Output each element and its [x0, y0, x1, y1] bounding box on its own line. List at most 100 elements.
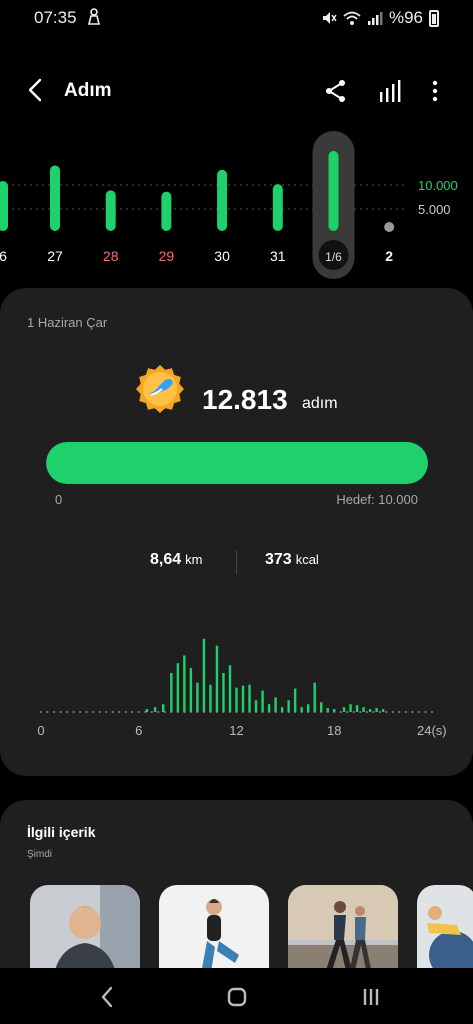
hourly-baseline-dot — [352, 711, 355, 713]
hourly-baseline-dot — [157, 711, 160, 713]
week-day-bar[interactable] — [50, 165, 60, 231]
progress-min-label: 0 — [55, 492, 63, 507]
hourly-bar — [176, 663, 180, 712]
status-bar: 07:35 %96 — [0, 0, 473, 36]
week-day-label[interactable]: 6 — [0, 248, 7, 264]
weekly-steps-chart[interactable]: 10.000 5.000 6 27 28 29 30 31 1/6 2 — [0, 125, 473, 285]
goal-medal-icon — [136, 365, 184, 413]
hourly-baseline-dot — [398, 711, 401, 713]
week-day-bar[interactable] — [0, 181, 8, 231]
status-time: 07:35 — [34, 8, 77, 27]
hourly-bar — [355, 705, 359, 712]
week-day-bar[interactable] — [161, 191, 172, 231]
hourly-baseline-dot — [79, 711, 82, 713]
hourly-baseline-dot — [385, 711, 388, 713]
hourly-bar — [342, 707, 346, 712]
hourly-baseline-dot — [378, 711, 381, 713]
week-gridline-label: 5.000 — [418, 202, 451, 217]
hourly-bar — [183, 655, 186, 712]
share-icon[interactable] — [321, 76, 351, 106]
hourly-baseline-dot — [118, 711, 121, 713]
status-icons: %96 — [321, 8, 439, 28]
hourly-bar — [287, 700, 290, 712]
goal-progress-bar — [46, 442, 428, 484]
week-day-label[interactable]: 2 — [385, 248, 393, 264]
back-nav-icon[interactable] — [92, 982, 122, 1012]
week-day-label[interactable]: 31 — [270, 248, 286, 264]
hourly-tick-label: 0 — [37, 723, 44, 738]
mute-icon — [322, 12, 337, 24]
goal-label: Hedef: 10.000 — [336, 492, 418, 507]
hourly-baseline-dot — [404, 711, 407, 713]
hourly-bar — [381, 709, 385, 712]
hourly-bar — [320, 702, 323, 712]
hourly-baseline-dot — [92, 711, 95, 713]
hourly-baseline-dot — [365, 711, 368, 713]
hourly-baseline-dot — [359, 711, 362, 713]
hourly-bar — [280, 707, 284, 712]
bar-chart-icon[interactable] — [376, 76, 406, 106]
calories-unit: kcal — [295, 552, 319, 567]
week-day-label[interactable]: 29 — [159, 248, 175, 264]
hourly-baseline-dot — [85, 711, 88, 713]
week-day-bar[interactable] — [217, 169, 228, 231]
distance-value: 8,64 — [150, 551, 182, 568]
stat-divider — [236, 550, 237, 574]
page-title: Adım — [64, 80, 112, 101]
distance-unit: km — [185, 552, 203, 567]
calories-stat: 373 kcal — [265, 551, 319, 569]
hourly-baseline-dot — [124, 711, 127, 713]
hourly-bar — [202, 638, 206, 712]
hourly-bar — [267, 704, 271, 712]
hourly-bar — [368, 709, 372, 712]
related-subtitle: Şimdi — [27, 849, 53, 860]
hourly-bar — [254, 700, 258, 712]
wifi-icon — [343, 11, 361, 25]
back-arrow-icon[interactable] — [22, 76, 50, 104]
hourly-baseline-dot — [111, 711, 114, 713]
week-day-label[interactable]: 27 — [47, 248, 63, 264]
hourly-bar — [153, 707, 157, 712]
hourly-bar — [326, 708, 329, 712]
hourly-bar — [300, 707, 303, 712]
hourly-baseline-dot — [431, 711, 433, 713]
hourly-bar — [222, 673, 225, 712]
week-day-bar[interactable] — [105, 190, 116, 231]
hourly-baseline-dot — [346, 711, 349, 713]
week-day-bar[interactable] — [328, 151, 339, 231]
hourly-baseline-dot — [72, 711, 75, 713]
week-day-bar[interactable] — [272, 184, 283, 231]
signal-icon — [367, 12, 383, 25]
related-title: İlgili içerik — [27, 824, 96, 840]
system-nav-bar — [0, 968, 473, 1024]
hourly-bar — [215, 645, 219, 712]
hourly-baseline-dot — [66, 711, 69, 713]
hourly-bar — [196, 682, 199, 712]
hourly-baseline-dot — [417, 711, 420, 713]
hourly-bar — [235, 687, 238, 712]
hourly-bar — [161, 704, 165, 712]
hourly-baseline-dot — [137, 711, 140, 713]
hourly-baseline-dot — [372, 711, 375, 713]
hourly-tick-label: 12 — [229, 723, 243, 738]
day-summary-card: 1 Haziran Çar 12.813 adım 0 Hedef: 10.00… — [0, 288, 473, 776]
battery-icon — [429, 9, 439, 27]
week-day-label[interactable]: 1/6 — [325, 250, 342, 264]
hourly-bar — [189, 668, 193, 712]
hourly-baseline-dot — [46, 711, 49, 713]
hourly-baseline-dot — [53, 711, 56, 713]
home-nav-icon[interactable] — [222, 982, 252, 1012]
week-day-label[interactable]: 30 — [214, 248, 230, 264]
hourly-bar — [333, 709, 336, 712]
hourly-bar — [306, 704, 310, 712]
hourly-baseline-dot — [98, 711, 101, 713]
hourly-baseline-dot — [424, 711, 427, 713]
hourly-bar — [248, 684, 251, 712]
hourly-bar — [375, 708, 378, 712]
hourly-bar — [209, 684, 212, 712]
hourly-baseline-dot — [105, 711, 108, 713]
more-vertical-icon[interactable] — [420, 76, 450, 106]
recents-nav-icon[interactable] — [356, 982, 386, 1012]
week-day-label[interactable]: 28 — [103, 248, 119, 264]
hourly-tick-label: 6 — [135, 723, 142, 738]
